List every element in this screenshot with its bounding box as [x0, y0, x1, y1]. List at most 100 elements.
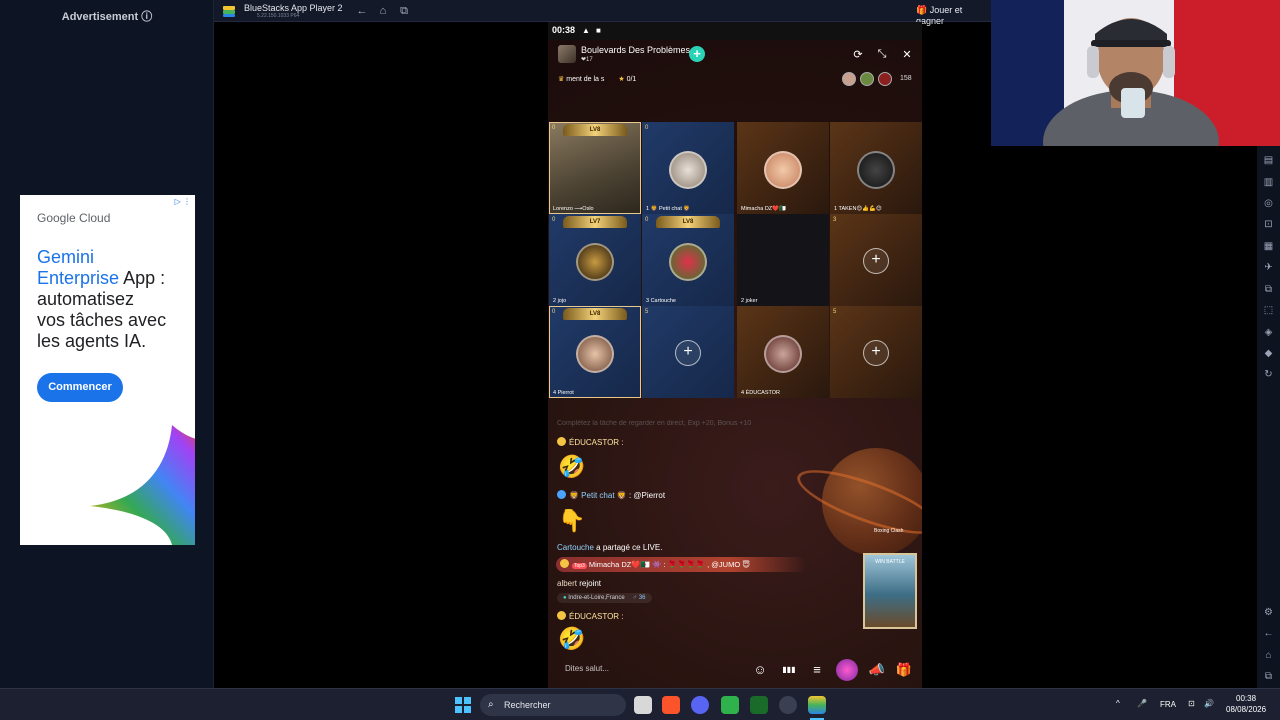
games-icon[interactable]	[836, 659, 858, 681]
language-indicator[interactable]: FRA	[1160, 700, 1176, 709]
viewer-avatar[interactable]	[842, 72, 856, 86]
clock-time[interactable]: 00:38	[1236, 694, 1256, 703]
level-badge-icon	[557, 611, 566, 620]
back-arrow-icon[interactable]: ←	[355, 4, 369, 18]
seat-6[interactable]: LV8 0 3 Cartouche	[642, 214, 734, 306]
megaphone-icon[interactable]: 📣	[868, 662, 886, 678]
obs-icon[interactable]	[779, 696, 797, 714]
chat-text: Mimacha DZ❤️🇩🇿 👾 : 🌹🌹🌹🌹 , @JUMO 😇	[588, 560, 751, 569]
chat-user-name[interactable]: 🦁 Petit chat 🦁	[569, 491, 627, 500]
sidebar-tool-icon[interactable]: ▤	[1262, 154, 1275, 167]
chat-user-name[interactable]: ÉDUCASTOR :	[569, 438, 624, 447]
windows-start-icon[interactable]	[455, 697, 471, 713]
level-badge: LV8	[656, 216, 720, 228]
refresh-icon[interactable]: ⟳	[851, 48, 865, 61]
seat-10-empty[interactable]: 5 +	[642, 306, 734, 398]
brave-browser-icon[interactable]	[662, 696, 680, 714]
user-age: ♂ 36	[632, 595, 646, 601]
gift-icon[interactable]: 🎁	[895, 662, 913, 678]
close-icon[interactable]: ✕	[900, 48, 914, 61]
start-tile	[464, 697, 471, 704]
viewer-count[interactable]: 158	[900, 75, 912, 82]
taskbar-search[interactable]: ⌕ Rechercher	[480, 694, 626, 716]
network-icon[interactable]: ⊡	[1188, 699, 1195, 708]
seat-2[interactable]: 0 1 🦁 Petit chat 🦁	[642, 122, 734, 214]
seat-gift-count: 0	[645, 217, 649, 223]
sidebar-tool-icon[interactable]: ⊡	[1262, 218, 1275, 231]
sidebar-tool-icon[interactable]: ✈	[1262, 261, 1275, 274]
system-message: Complétez la tâche de regarder en direct…	[557, 420, 752, 427]
seat-5[interactable]: LV7 0 2 jojo	[549, 214, 641, 306]
chat-user-name[interactable]: Cartouche	[557, 543, 594, 552]
green-app-icon[interactable]	[721, 696, 739, 714]
sidebar-tool-icon[interactable]: ↻	[1262, 368, 1275, 381]
bluestacks-taskbar-icon[interactable]	[808, 696, 826, 714]
home-icon[interactable]: ⌂	[376, 4, 390, 18]
game-launcher-icon[interactable]	[750, 696, 768, 714]
laughing-emoji-icon: 🤣	[558, 454, 586, 479]
menu-icon[interactable]: ≡	[808, 662, 826, 677]
microphone-icon[interactable]: 🎤	[1137, 699, 1147, 708]
room-host-name[interactable]: Boulevards Des Problèmes	[581, 45, 690, 55]
bluestacks-title-bar: BlueStacks App Player 2 5.22.150.1033 P6…	[214, 0, 992, 26]
volume-icon[interactable]: 🔊	[1204, 699, 1214, 708]
seat-3[interactable]: Mimacha DZ❤️🇩🇿	[737, 122, 829, 214]
ad-choices-icon[interactable]: ▷ ⋮	[175, 197, 191, 206]
chat-user-name[interactable]: albert	[557, 579, 577, 588]
chat-user-name[interactable]: ÉDUCASTOR :	[569, 612, 624, 621]
voice-icon[interactable]: ▮▮▮	[780, 665, 798, 674]
avatar	[669, 151, 707, 189]
user-location: Indre-et-Loire,France	[568, 595, 625, 601]
settings-gear-icon[interactable]: ⚙	[1262, 606, 1275, 619]
sidebar-tool-icon[interactable]: ▥	[1262, 176, 1275, 189]
seat-11[interactable]: 4 ÉDUCASTOR	[737, 306, 829, 398]
start-tile	[464, 706, 471, 713]
join-notice: albert rejoint	[557, 579, 601, 588]
ad-banner[interactable]: ▷ ⋮ Google Cloud Gemini Enterprise App :…	[20, 195, 195, 545]
ad-headline-line4: vos tâches avec	[37, 310, 167, 330]
sidebar-tool-icon[interactable]: ⧉	[1262, 283, 1275, 296]
sidebar-back-icon[interactable]: ←	[1262, 627, 1275, 640]
seat-4[interactable]: 1 TAKEN😊👍💪😊	[830, 122, 922, 214]
sidebar-home-icon[interactable]: ⌂	[1262, 649, 1275, 662]
viewer-avatar[interactable]	[860, 72, 874, 86]
game-banner[interactable]: WIN BATTLE	[863, 553, 917, 629]
sidebar-tool-icon[interactable]: ◈	[1262, 326, 1275, 339]
gift-icon: 🎁	[916, 5, 928, 15]
emoji-icon[interactable]: ☺	[751, 662, 769, 677]
rank-text[interactable]: 0/1	[627, 76, 637, 83]
add-seat-icon: +	[675, 340, 701, 366]
play-and-earn-button[interactable]: 🎁 Jouer et gagner	[916, 5, 992, 26]
sidebar-tool-icon[interactable]: ◆	[1262, 347, 1275, 360]
seat-7[interactable]: 2 joker	[737, 214, 829, 306]
chat-message: ÉDUCASTOR :	[557, 611, 624, 621]
avatar	[857, 151, 895, 189]
minimize-icon[interactable]: ⤡	[875, 48, 889, 61]
sidebar-tool-icon[interactable]: ▦	[1262, 240, 1275, 253]
notification-icon: ■	[596, 26, 601, 35]
seat-12-empty[interactable]: 5 +	[830, 306, 922, 398]
file-explorer-icon[interactable]	[634, 696, 652, 714]
ad-headline-line2-rest: App :	[123, 268, 166, 288]
discord-icon[interactable]	[691, 696, 709, 714]
ad-cta-button[interactable]: Commencer	[37, 373, 123, 402]
seat-9[interactable]: LV8 0 4 Pierrot	[549, 306, 641, 398]
ad-headline-line2-blue: Enterprise	[37, 268, 120, 288]
live-room-screen: 00:38 ▲ ■ Boulevards Des Problèmes ❤17 +…	[548, 22, 922, 688]
tray-chevron-icon[interactable]: ^	[1116, 699, 1120, 708]
sidebar-tool-icon[interactable]: ⬚	[1262, 304, 1275, 317]
sidebar-recent-icon[interactable]: ⧉	[1262, 670, 1275, 683]
seat-1[interactable]: LV8 0 Lorenzo ⟶Oslo	[549, 122, 641, 214]
seat-8-empty[interactable]: 3 +	[830, 214, 922, 306]
ad-headline: Gemini Enterprise App : automatisez vos …	[37, 247, 192, 352]
viewer-avatar[interactable]	[878, 72, 892, 86]
chat-input[interactable]: Dites salut...	[565, 664, 609, 673]
sidebar-tool-icon[interactable]: ◎	[1262, 197, 1275, 210]
seat-user-name: 3 Cartouche	[646, 298, 676, 304]
boxing-clash-badge[interactable]: Boxing Clash	[874, 528, 903, 534]
follow-button[interactable]: +	[689, 46, 705, 62]
top-gifter-message: Top3 Mimacha DZ❤️🇩🇿 👾 : 🌹🌹🌹🌹 , @JUMO 😇	[556, 557, 806, 572]
host-avatar[interactable]	[558, 45, 576, 63]
recent-apps-icon[interactable]: ⧉	[397, 4, 411, 18]
clock-date[interactable]: 08/08/2026	[1226, 705, 1266, 714]
